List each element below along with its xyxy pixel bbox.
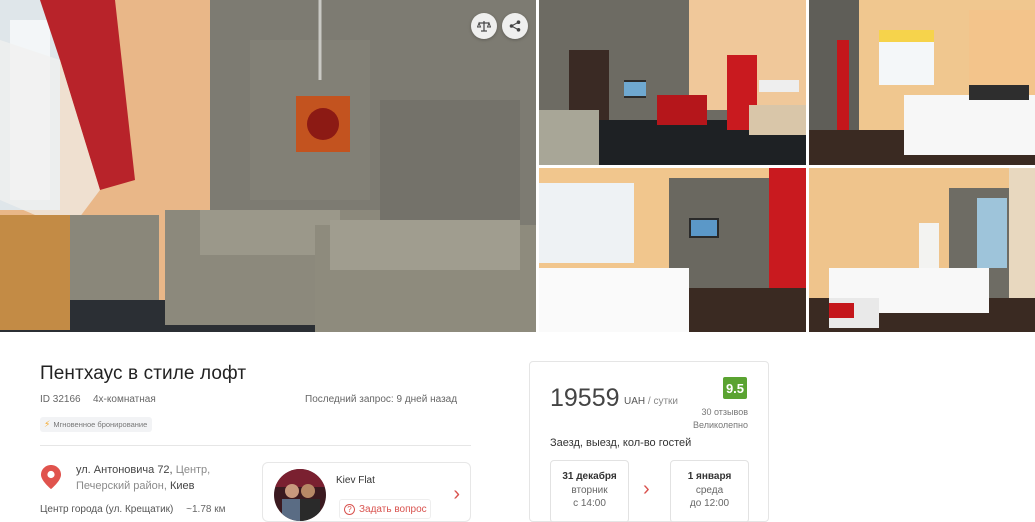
address-city: Киев [169, 480, 195, 492]
city-center-label: Центр города (ул. Крещатик) [40, 504, 174, 515]
checkout-date: 1 января [687, 471, 732, 482]
host-name: Kiev Flat [336, 475, 375, 486]
address: ул. Антоновича 72, Центр, Печерский райо… [76, 462, 256, 494]
host-avatar [274, 469, 326, 521]
city-center-distance: Центр города (ул. Крещатик) ~1.78 км [40, 504, 225, 515]
checkin-time: с 14:00 [573, 498, 606, 509]
listing-title: Пентхаус в стиле лофт [40, 363, 247, 384]
chevron-right-icon[interactable]: › [453, 483, 460, 506]
gallery-photo-kitchen[interactable] [539, 0, 806, 165]
booking-card: 19559 UAH / сутки 9.5 30 отзывов Великол… [529, 361, 769, 522]
price-unit: UAH / сутки [624, 396, 678, 407]
listing-rooms: 4х-комнатная [93, 394, 156, 405]
gallery-photo-main[interactable] [0, 0, 536, 332]
checkin-date-picker[interactable]: 31 декабря вторник с 14:00 [550, 460, 629, 522]
address-street: ул. Антоновича 72, [76, 464, 173, 476]
divider [40, 445, 471, 446]
instant-booking-badge: ⚡ Мгновенное бронирование [40, 417, 153, 432]
chevron-right-icon: › [643, 478, 650, 500]
price-value: 19559 [550, 384, 620, 412]
distance-value: ~1.78 км [186, 504, 226, 515]
checkout-date-picker[interactable]: 1 января среда до 12:00 [670, 460, 749, 522]
rating-word: Великолепно [693, 420, 748, 430]
photo-gallery [0, 0, 1035, 332]
gallery-photo-bedroom-3[interactable] [809, 168, 1035, 332]
checkout-weekday: среда [695, 485, 724, 496]
instant-booking-label: Мгновенное бронирование [53, 420, 148, 429]
rating-score: 9.5 [723, 377, 747, 399]
location-pin-icon [41, 465, 61, 489]
lightning-icon: ⚡ [44, 419, 51, 429]
scales-icon [477, 21, 491, 32]
share-icon [509, 20, 521, 32]
gallery-photo-bedroom-2[interactable] [539, 168, 806, 332]
checkin-weekday: вторник [571, 485, 608, 496]
checkin-date: 31 декабря [562, 471, 617, 482]
host-card[interactable]: Kiev Flat ? Задать вопрос › [262, 462, 471, 522]
checkout-time: до 12:00 [689, 498, 730, 509]
share-button[interactable] [502, 13, 528, 39]
reviews-summary[interactable]: 30 отзывов Великолепно [693, 406, 748, 432]
listing-id: ID 32166 [40, 394, 81, 405]
gallery-photo-bedroom-1[interactable] [809, 0, 1035, 165]
question-icon: ? [344, 503, 355, 515]
compare-button[interactable] [471, 13, 497, 39]
address-district-link[interactable]: Печерский район, [76, 480, 167, 492]
reviews-count: 30 отзывов [701, 407, 748, 417]
ask-question-label: Задать вопрос [359, 503, 427, 515]
currency: UAH [624, 396, 646, 407]
last-request: Последний запрос: 9 дней назад [305, 394, 458, 405]
ask-question-button[interactable]: ? Задать вопрос [339, 499, 431, 519]
address-area-link[interactable]: Центр, [176, 464, 211, 476]
per-night: / сутки [647, 396, 679, 407]
checkin-section-label: Заезд, выезд, кол-во гостей [550, 437, 692, 449]
